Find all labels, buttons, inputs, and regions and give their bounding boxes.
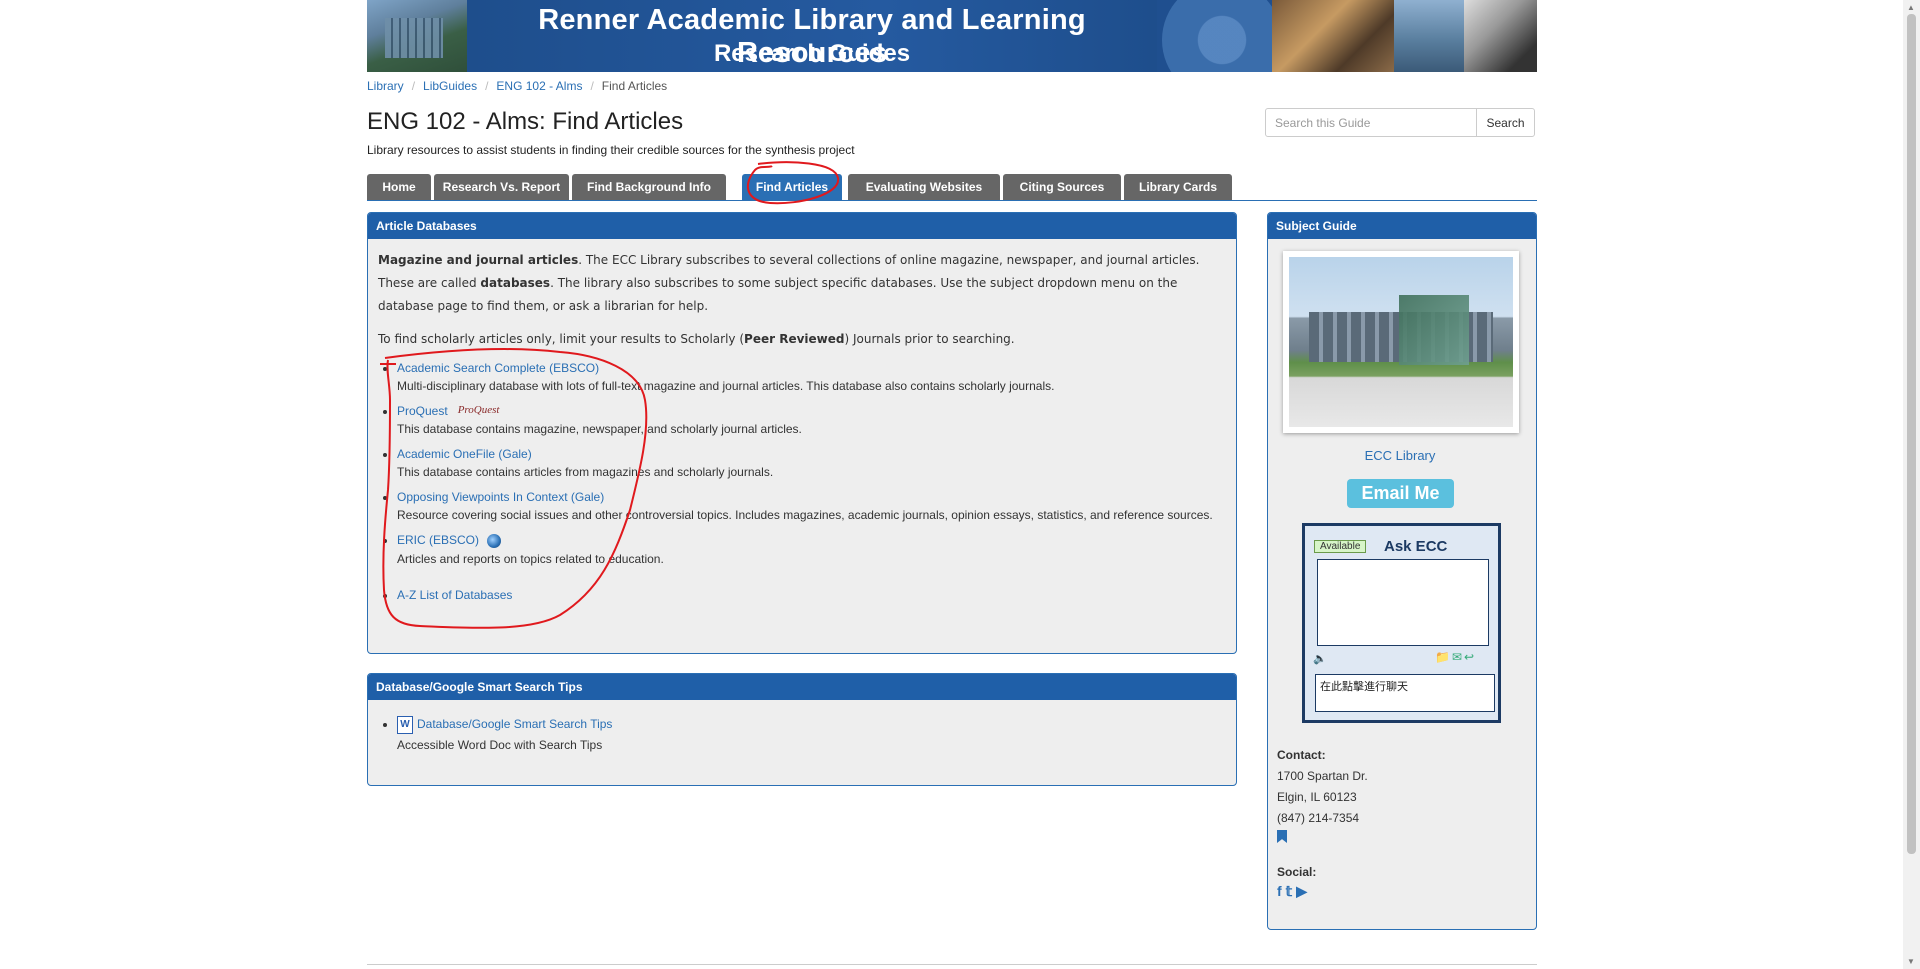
library-building-photo	[1283, 251, 1519, 433]
page-title: ENG 102 - Alms: Find Articles	[367, 108, 684, 135]
breadcrumb-separator: /	[590, 79, 594, 93]
scholarly-text: To find scholarly articles only, limit y…	[378, 332, 745, 346]
tips-list: W Database/Google Smart Search Tips Acces…	[378, 716, 1226, 752]
database-description: This database contains articles from mag…	[397, 465, 774, 479]
word-doc-icon: W	[397, 716, 413, 734]
scholarly-text: ) Journals prior to searching.	[844, 332, 1015, 346]
scholarly-bold-text: Peer Reviewed	[744, 332, 845, 346]
database-link-eric[interactable]: ERIC (EBSCO)	[397, 533, 479, 547]
facebook-icon[interactable]: f	[1277, 883, 1282, 899]
contact-phone: (847) 214-7354	[1277, 811, 1360, 825]
panel-heading: Database/Google Smart Search Tips	[368, 674, 1236, 700]
globe-icon	[487, 533, 502, 548]
contact-address-line: 1700 Spartan Dr.	[1277, 769, 1368, 783]
database-description: This database contains magazine, newspap…	[397, 422, 802, 436]
chat-status-badge: Available	[1314, 540, 1367, 553]
contact-city-line: Elgin, IL 60123	[1277, 790, 1357, 804]
breadcrumb-guide[interactable]: ENG 102 - Alms	[496, 79, 582, 93]
search-tips-link[interactable]: Database/Google Smart Search Tips	[417, 717, 612, 731]
banner-title-area: Renner Academic Library and Learning Res…	[467, 0, 1157, 72]
database-description: Multi-disciplinary database with lots of…	[397, 379, 1055, 393]
banner-seal-logo	[1162, 0, 1282, 72]
chat-widget: Available Ask ECC 🔈 📁✉↩ 在此點擊進行聊天	[1302, 523, 1501, 723]
library-banner[interactable]: Renner Academic Library and Learning Res…	[367, 0, 1537, 72]
guide-owner-link[interactable]: ECC Library	[1268, 448, 1532, 463]
intro-bold-text: databases	[480, 276, 551, 290]
tab-library-cards[interactable]: Library Cards	[1124, 174, 1232, 200]
scroll-up-arrow-icon[interactable]: ▲	[1907, 3, 1915, 12]
tab-evaluating-websites[interactable]: Evaluating Websites	[848, 174, 1000, 200]
panel-heading: Article Databases	[368, 213, 1236, 239]
scroll-thumb[interactable]	[1907, 14, 1916, 854]
list-item: Academic Search Complete (EBSCO) Multi-d…	[397, 361, 1226, 393]
social-label: Social:	[1277, 865, 1317, 879]
page-subtitle: Library resources to assist students in …	[367, 143, 855, 157]
proquest-logo: ProQuest	[457, 404, 500, 416]
tab-research-vs-report[interactable]: Research Vs. Report	[434, 174, 569, 200]
banner-subtitle: Research Guides	[713, 40, 911, 67]
banner-exterior-photo	[1394, 0, 1464, 72]
panel-body: Magazine and journal articles. The ECC L…	[368, 239, 1236, 623]
breadcrumb: Library / LibGuides / ENG 102 - Alms / Find Ar…	[367, 79, 667, 93]
breadcrumb-libguides[interactable]: LibGuides	[423, 79, 477, 93]
breadcrumb-separator: /	[485, 79, 489, 93]
search-input[interactable]	[1265, 108, 1477, 137]
library-building-image	[1289, 257, 1513, 427]
youtube-icon[interactable]: ▶	[1296, 883, 1307, 899]
subject-guide-panel: Subject Guide ECC Library Email Me Avail…	[1267, 212, 1537, 930]
page-scrollbar[interactable]: ▲ ▼	[1903, 0, 1920, 969]
tab-citing-sources[interactable]: Citing Sources	[1003, 174, 1121, 200]
database-list: Academic Search Complete (EBSCO) Multi-d…	[378, 361, 1226, 602]
list-item: Academic OneFile (Gale) This database co…	[397, 447, 1226, 479]
breadcrumb-current: Find Articles	[601, 79, 668, 93]
search-tips-panel: Database/Google Smart Search Tips W Datab…	[367, 673, 1237, 786]
intro-bold-text: Magazine and journal articles	[378, 253, 579, 267]
database-link-opposing-viewpoints[interactable]: Opposing Viewpoints In Context (Gale)	[397, 490, 604, 504]
database-link-proquest[interactable]: ProQuest	[397, 404, 448, 418]
panel-heading: Subject Guide	[1268, 213, 1536, 239]
banner-reading-room-photo	[1272, 0, 1394, 72]
search-button[interactable]: Search	[1476, 108, 1535, 137]
list-item: ERIC (EBSCO) Articles and reports on top…	[397, 533, 1226, 566]
search-tips-description: Accessible Word Doc with Search Tips	[397, 738, 603, 752]
list-item: Opposing Viewpoints In Context (Gale) Re…	[397, 490, 1226, 522]
twitter-icon[interactable]: 𝕥	[1286, 883, 1293, 899]
intro-paragraph: Magazine and journal articles. The ECC L…	[378, 249, 1226, 318]
speaker-icon[interactable]: 🔈	[1313, 652, 1327, 665]
database-link-academic-search-complete[interactable]: Academic Search Complete (EBSCO)	[397, 361, 599, 375]
contact-label: Contact:	[1277, 748, 1326, 762]
scholarly-paragraph: To find scholarly articles only, limit y…	[378, 328, 1226, 351]
article-databases-panel: Article Databases Magazine and journal a…	[367, 212, 1237, 654]
database-description: Articles and reports on topics related t…	[397, 551, 664, 566]
contact-info: Contact: 1700 Spartan Dr. Elgin, IL 6012…	[1277, 745, 1368, 829]
email-me-button[interactable]: Email Me	[1347, 479, 1454, 508]
list-item: A-Z List of Databases	[397, 588, 1226, 602]
panel-body: W Database/Google Smart Search Tips Acces…	[368, 700, 1236, 773]
banner-building-photo	[367, 0, 467, 72]
chat-messages-area	[1317, 559, 1489, 646]
chat-title: Ask ECC	[1384, 538, 1448, 555]
guide-tabs: Home Research Vs. Report Find Background…	[367, 174, 1537, 201]
list-item: W Database/Google Smart Search Tips Acces…	[397, 716, 1226, 752]
chat-input[interactable]: 在此點擊進行聊天	[1315, 674, 1495, 712]
footer-divider	[367, 964, 1537, 965]
bookmark-icon[interactable]	[1277, 830, 1287, 843]
tab-home[interactable]: Home	[367, 174, 431, 200]
scroll-down-arrow-icon[interactable]: ▼	[1907, 957, 1915, 966]
database-description: Resource covering social issues and othe…	[397, 508, 1213, 522]
social-icons: f 𝕥 ▶	[1277, 883, 1311, 900]
database-link-academic-onefile[interactable]: Academic OneFile (Gale)	[397, 447, 532, 461]
chat-tools-icons[interactable]: 📁✉↩	[1435, 650, 1476, 664]
list-item: ProQuest ProQuest This database contains …	[397, 404, 1226, 436]
database-link-a-z-list[interactable]: A-Z List of Databases	[397, 588, 512, 602]
tab-find-background-info[interactable]: Find Background Info	[572, 174, 726, 200]
breadcrumb-separator: /	[411, 79, 416, 93]
tab-find-articles[interactable]: Find Articles	[742, 174, 842, 200]
breadcrumb-library[interactable]: Library	[367, 79, 404, 93]
banner-student-photo	[1464, 0, 1537, 72]
